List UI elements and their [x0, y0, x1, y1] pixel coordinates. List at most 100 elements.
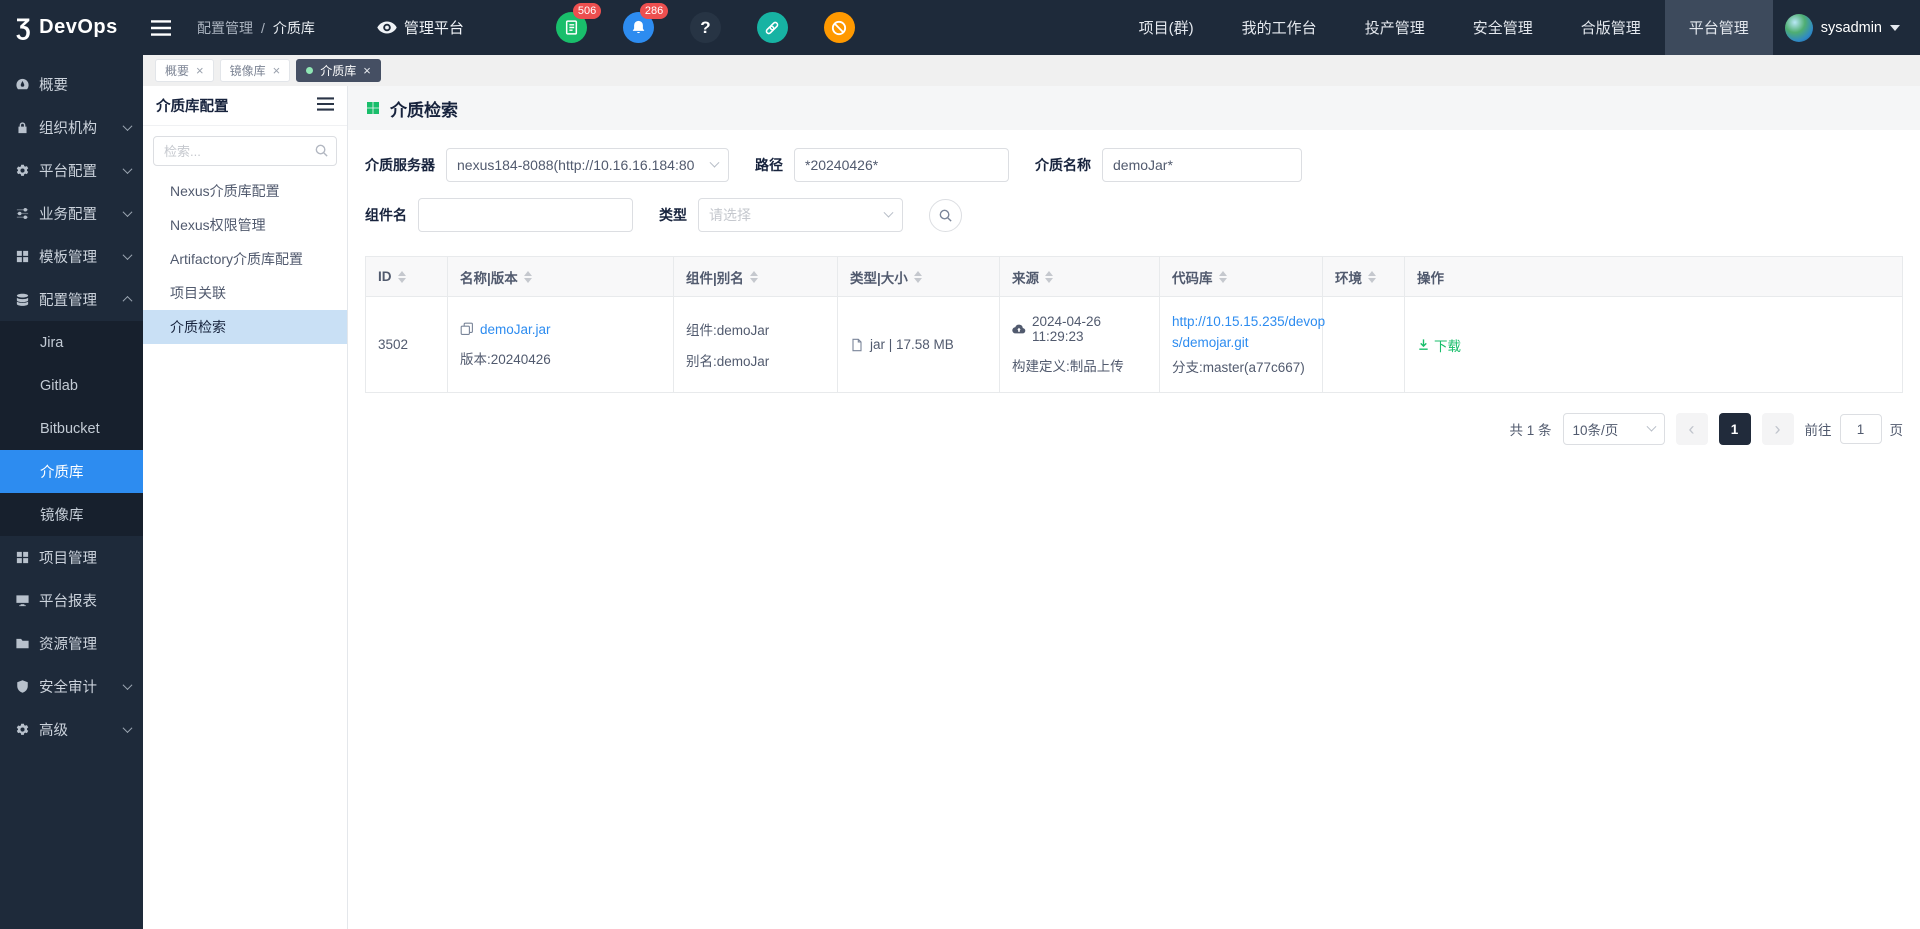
col-header-name-version[interactable]: 名称|版本	[448, 257, 674, 297]
cell-name-version: demoJar.jar 版本:20240426	[448, 297, 674, 393]
col-header-component-alias[interactable]: 组件|别名	[674, 257, 838, 297]
server-select[interactable]: nexus184-8088(http://10.16.16.184:80	[446, 148, 729, 182]
panel-item-artifact-search[interactable]: 介质检索	[143, 310, 347, 344]
blocked-button[interactable]	[824, 12, 855, 43]
cloud-upload-icon	[1012, 322, 1026, 336]
tab-image-repo[interactable]: 镜像库 ×	[220, 59, 291, 82]
artifact-name-label: 介质名称	[1035, 155, 1091, 175]
link-share-button[interactable]	[757, 12, 788, 43]
close-icon[interactable]: ×	[363, 64, 371, 77]
download-link[interactable]: 下载	[1417, 335, 1461, 355]
col-header-type-size[interactable]: 类型|大小	[838, 257, 1000, 297]
artifact-name-input[interactable]	[1113, 149, 1291, 181]
component-input[interactable]	[429, 199, 622, 231]
panel-item-project-link[interactable]: 项目关联	[143, 276, 347, 310]
gear-icon	[14, 722, 30, 737]
gauge-icon	[14, 77, 30, 92]
chevron-down-icon	[123, 680, 133, 690]
search-filters: 介质服务器 nexus184-8088(http://10.16.16.184:…	[348, 130, 1920, 248]
pagination: 共 1 条 10条/页 ‹ 1 › 前往 页	[348, 393, 1920, 465]
eye-icon	[377, 21, 397, 34]
repo-link[interactable]: http://10.15.15.235/devop s/demojar.git	[1172, 311, 1310, 353]
search-icon	[314, 143, 329, 163]
platform-switcher[interactable]: 管理平台	[377, 17, 464, 38]
sidebar-item-bitbucket[interactable]: Bitbucket	[0, 407, 143, 450]
logo-text: DevOps	[39, 16, 118, 39]
sidebar-item-platform-reports[interactable]: 平台报表	[0, 579, 143, 622]
sidebar-item-project-mgmt[interactable]: 项目管理	[0, 536, 143, 579]
notifications-button[interactable]: 286	[623, 12, 654, 43]
panel-collapse-icon[interactable]	[317, 97, 334, 115]
current-page-button[interactable]: 1	[1719, 413, 1751, 445]
sort-icon[interactable]	[524, 271, 532, 283]
help-button[interactable]: ?	[690, 12, 721, 43]
panel-item-nexus-permissions[interactable]: Nexus权限管理	[143, 208, 347, 242]
sidebar-item-jira[interactable]: Jira	[0, 321, 143, 364]
main-content: 介质检索 介质服务器 nexus184-8088(http://10.16.16…	[348, 86, 1920, 929]
user-menu[interactable]: sysadmin	[1773, 14, 1920, 42]
panel-item-nexus-config[interactable]: Nexus介质库配置	[143, 174, 347, 208]
sidebar-item-image-repo[interactable]: 镜像库	[0, 493, 143, 536]
prev-page-button[interactable]: ‹	[1676, 413, 1708, 445]
component-label: 组件名	[365, 205, 407, 225]
download-icon	[1417, 338, 1430, 351]
sort-icon[interactable]	[398, 271, 406, 283]
sidebar-item-resource-mgmt[interactable]: 资源管理	[0, 622, 143, 665]
close-icon[interactable]: ×	[196, 64, 204, 77]
sidebar-item-gitlab[interactable]: Gitlab	[0, 364, 143, 407]
tab-overview[interactable]: 概要 ×	[155, 59, 214, 82]
breadcrumb-parent[interactable]: 配置管理	[197, 18, 253, 38]
sort-icon[interactable]	[914, 271, 922, 283]
breadcrumb-separator: /	[261, 20, 265, 36]
pagination-total: 共 1 条	[1509, 419, 1551, 439]
chevron-up-icon	[123, 296, 133, 306]
sidebar-item-artifact-repo[interactable]: 介质库	[0, 450, 143, 493]
cell-actions: 下载	[1405, 297, 1903, 393]
panel-search-input[interactable]	[153, 136, 337, 166]
sort-icon[interactable]	[1045, 271, 1053, 283]
goto-page-input[interactable]	[1840, 414, 1882, 444]
platform-label: 管理平台	[404, 17, 464, 38]
tasks-button[interactable]: 506	[556, 12, 587, 43]
nav-item-projects[interactable]: 项目(群)	[1115, 0, 1218, 55]
grid-icon	[14, 550, 30, 565]
sidebar-item-advanced[interactable]: 高级	[0, 708, 143, 751]
sidebar-item-business-config[interactable]: 业务配置	[0, 192, 143, 235]
sort-icon[interactable]	[1219, 271, 1227, 283]
sidebar-item-organization[interactable]: 组织机构	[0, 106, 143, 149]
sort-icon[interactable]	[1368, 271, 1376, 283]
folder-icon	[14, 636, 30, 651]
chevron-down-icon	[884, 207, 894, 217]
nav-item-production[interactable]: 投产管理	[1341, 0, 1449, 55]
close-icon[interactable]: ×	[273, 64, 281, 77]
sort-icon[interactable]	[750, 271, 758, 283]
nav-item-version-merge[interactable]: 合版管理	[1557, 0, 1665, 55]
server-label: 介质服务器	[365, 155, 435, 175]
tab-artifact-repo[interactable]: 介质库 ×	[296, 59, 381, 82]
col-header-source[interactable]: 来源	[1000, 257, 1160, 297]
sidebar-item-config-mgmt[interactable]: 配置管理	[0, 278, 143, 321]
menu-toggle-icon[interactable]	[151, 20, 171, 36]
repo-branch: 分支:master(a77c667)	[1172, 357, 1310, 378]
copy-icon[interactable]	[460, 322, 474, 336]
chain-link-icon	[761, 16, 784, 39]
sidebar-item-overview[interactable]: 概要	[0, 63, 143, 106]
page-size-select[interactable]: 10条/页	[1563, 413, 1665, 445]
sidebar-item-template-mgmt[interactable]: 模板管理	[0, 235, 143, 278]
panel-item-artifactory-config[interactable]: Artifactory介质库配置	[143, 242, 347, 276]
nav-item-platform-admin[interactable]: 平台管理	[1665, 0, 1773, 55]
search-button[interactable]	[929, 199, 962, 232]
type-select[interactable]: 请选择	[698, 198, 903, 232]
nav-item-security[interactable]: 安全管理	[1449, 0, 1557, 55]
col-header-env[interactable]: 环境	[1323, 257, 1405, 297]
artifact-name-link[interactable]: demoJar.jar	[480, 322, 551, 337]
sidebar-item-platform-config[interactable]: 平台配置	[0, 149, 143, 192]
path-input[interactable]	[805, 149, 998, 181]
lock-icon	[14, 120, 30, 135]
col-header-repo[interactable]: 代码库	[1160, 257, 1323, 297]
user-caret-icon	[1890, 25, 1900, 31]
nav-item-my-workbench[interactable]: 我的工作台	[1218, 0, 1341, 55]
sidebar-item-security-audit[interactable]: 安全审计	[0, 665, 143, 708]
col-header-id[interactable]: ID	[366, 257, 448, 297]
next-page-button[interactable]: ›	[1762, 413, 1794, 445]
